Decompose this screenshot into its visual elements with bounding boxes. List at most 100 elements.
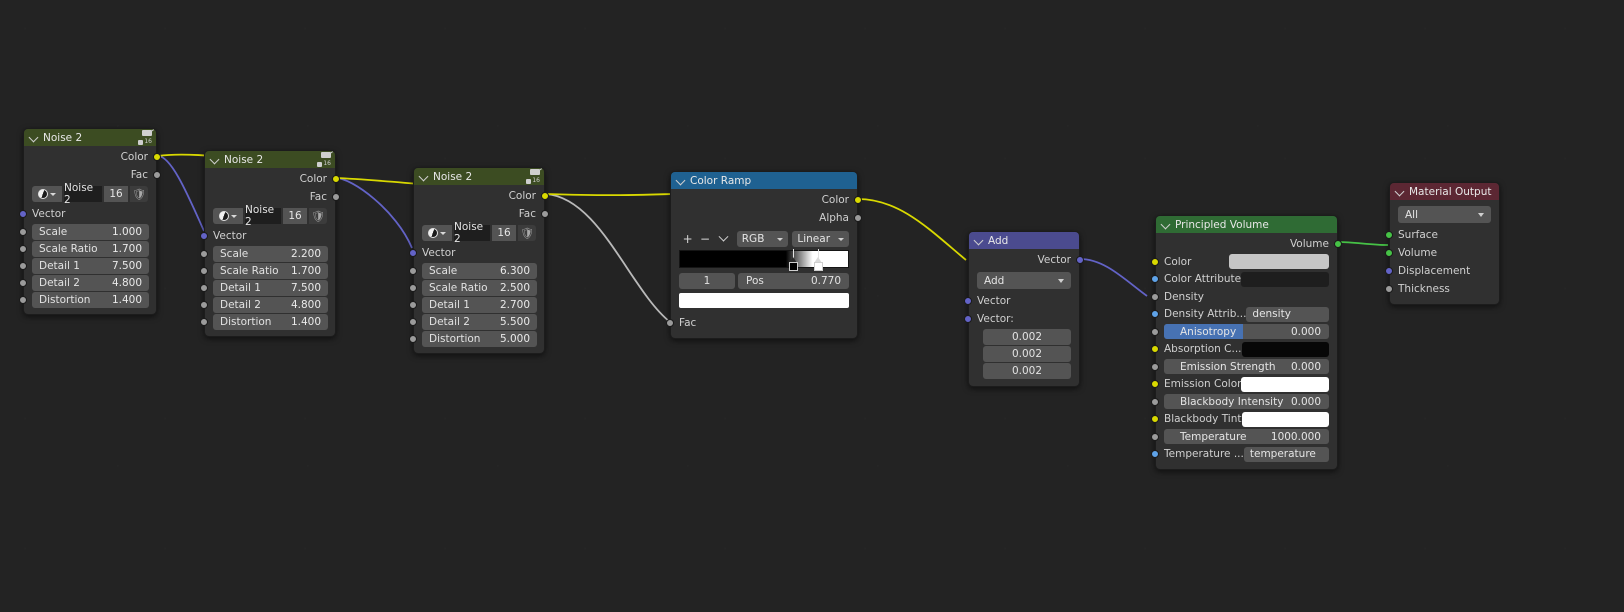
row-anisotropy[interactable]: Anisotropy 0.000 [1151, 323, 1337, 341]
detail-1-field[interactable]: Detail 1 2.700 [422, 296, 537, 313]
socket-blackbody-intensity-in[interactable] [1151, 397, 1159, 406]
input-scale-ratio[interactable]: Scale Ratio 1.700 [19, 240, 156, 257]
input-scale[interactable]: Scale 2.200 [200, 245, 335, 262]
vector-x-field[interactable]: 0.002 [983, 329, 1071, 345]
detail-2-field[interactable]: Detail 2 4.800 [32, 274, 149, 291]
chevron-down-icon[interactable] [1395, 186, 1405, 196]
emission-color-swatch[interactable] [1241, 376, 1329, 392]
socket-detail-1-in[interactable] [19, 261, 27, 270]
row-emission-color[interactable]: Emission Color [1151, 376, 1337, 394]
target-dropdown[interactable]: All [1398, 206, 1491, 223]
output-alpha[interactable]: Alpha [671, 209, 862, 227]
socket-color-in[interactable] [1151, 257, 1159, 266]
noise-name-field[interactable]: Noise 2 [245, 204, 281, 228]
scale-field[interactable]: Scale 2.200 [213, 245, 328, 262]
density-attribute-field[interactable]: density [1246, 306, 1329, 322]
row-color[interactable]: Color [1151, 253, 1337, 271]
input-vector-b[interactable]: Vector: [964, 310, 1079, 328]
output-color[interactable]: Color [414, 187, 549, 205]
socket-scale-ratio-in[interactable] [200, 266, 208, 275]
socket-density-in[interactable] [1151, 292, 1159, 301]
noise-count-field[interactable]: 16 [283, 208, 307, 224]
socket-displacement-in[interactable] [1385, 267, 1393, 275]
socket-scale-in[interactable] [19, 227, 27, 236]
temperature-attribute-field[interactable]: temperature [1243, 446, 1329, 462]
node-header[interactable]: Color Ramp [671, 172, 857, 189]
shield-icon[interactable]: 🛡 [309, 208, 327, 224]
input-scale-ratio[interactable]: Scale Ratio 2.500 [409, 279, 544, 296]
socket-emission-strength-in[interactable] [1151, 362, 1159, 371]
socket-detail-2-in[interactable] [200, 300, 208, 309]
input-detail-1[interactable]: Detail 1 2.700 [409, 296, 544, 313]
socket-detail-1-in[interactable] [409, 300, 417, 309]
detail-1-field[interactable]: Detail 1 7.500 [32, 257, 149, 274]
node-vector-add[interactable]: Add Vector Add Vector Vector: 0.002 0.00… [964, 231, 1084, 387]
row-emission-strength[interactable]: Emission Strength 0.000 [1151, 358, 1337, 376]
node-header[interactable]: Noise 2 16 [205, 151, 335, 168]
chevron-down-icon[interactable] [1161, 219, 1171, 229]
input-volume[interactable]: Volume [1385, 244, 1499, 262]
node-header[interactable]: Noise 2 16 [414, 168, 544, 185]
operation-dropdown[interactable]: Add [977, 272, 1071, 289]
row-blackbody-intensity[interactable]: Blackbody Intensity 0.000 [1151, 393, 1337, 411]
ramp-position-row[interactable]: 1 Pos 0.770 [679, 273, 849, 289]
scale-ratio-field[interactable]: Scale Ratio 1.700 [32, 240, 149, 257]
noise-type-widget[interactable]: Noise 2 16 🛡 [32, 182, 148, 206]
socket-volume-in[interactable] [1385, 249, 1393, 257]
socket-surface-in[interactable] [1385, 231, 1393, 239]
output-color[interactable]: Color [671, 191, 862, 209]
blackbody-tint-swatch[interactable] [1241, 411, 1329, 427]
node-material-output[interactable]: Material Output All Surface Volume Displ… [1385, 182, 1500, 305]
vector-z-field[interactable]: 0.002 [983, 363, 1071, 379]
input-scale-ratio[interactable]: Scale Ratio 1.700 [200, 262, 335, 279]
input-detail-2[interactable]: Detail 2 4.800 [19, 274, 156, 291]
input-thickness[interactable]: Thickness [1385, 280, 1499, 298]
socket-distortion-in[interactable] [19, 295, 27, 304]
socket-scale-in[interactable] [200, 249, 208, 258]
socket-detail-1-in[interactable] [200, 283, 208, 292]
scale-ratio-field[interactable]: Scale Ratio 2.500 [422, 279, 537, 296]
socket-vector-a-in[interactable] [964, 297, 972, 305]
socket-fac-out[interactable] [541, 210, 549, 218]
socket-fac-in[interactable] [666, 319, 674, 327]
color-ramp-gradient[interactable] [679, 249, 849, 271]
noise-name-field[interactable]: Noise 2 [454, 221, 490, 245]
socket-scale-ratio-in[interactable] [19, 244, 27, 253]
node-noise-2[interactable]: Noise 2 16 Color Fac Noise 2 16 🛡 Vector… [200, 150, 340, 337]
socket-temperature-in[interactable] [1151, 432, 1159, 441]
row-color-attribute[interactable]: Color Attribute [1151, 271, 1337, 289]
color-swatch[interactable] [1229, 254, 1329, 270]
blackbody-intensity-slider[interactable]: Blackbody Intensity 0.000 [1164, 394, 1329, 410]
socket-color-out[interactable] [332, 175, 340, 183]
chevron-down-icon[interactable] [210, 154, 220, 164]
distortion-field[interactable]: Distortion 1.400 [32, 291, 149, 308]
input-vector[interactable]: Vector [200, 227, 335, 245]
output-fac[interactable]: Fac [24, 166, 161, 184]
node-noise-3[interactable]: Noise 2 16 Color Fac Noise 2 16 🛡 Vector… [409, 167, 549, 354]
ramp-stop-index[interactable]: 1 [679, 273, 735, 289]
output-color[interactable]: Color [205, 170, 340, 188]
noise-preview-dropdown[interactable] [213, 208, 243, 224]
add-stop-button[interactable]: + [679, 231, 696, 247]
row-density[interactable]: Density [1151, 288, 1337, 306]
chevron-down-icon[interactable] [676, 175, 686, 185]
input-scale[interactable]: Scale 6.300 [409, 262, 544, 279]
row-temperature[interactable]: Temperature 1000.000 [1151, 428, 1337, 446]
socket-temperature-attribute-in[interactable] [1151, 450, 1159, 459]
socket-fac-out[interactable] [153, 171, 161, 179]
noise-name-field[interactable]: Noise 2 [64, 182, 102, 206]
chevron-down-icon[interactable] [29, 132, 39, 142]
node-color-ramp[interactable]: Color Ramp Color Alpha + − RGB Linear 1 … [666, 171, 862, 339]
socket-emission-color-in[interactable] [1151, 380, 1159, 389]
node-header[interactable]: Noise 2 16 [24, 129, 156, 146]
socket-vector-out[interactable] [1076, 256, 1084, 264]
noise-count-field[interactable]: 16 [492, 225, 516, 241]
ramp-options-menu[interactable] [714, 231, 733, 247]
socket-color-attribute-in[interactable] [1151, 275, 1159, 284]
input-distortion[interactable]: Distortion 1.400 [19, 291, 156, 308]
input-fac[interactable]: Fac [666, 314, 857, 332]
scale-field[interactable]: Scale 1.000 [32, 223, 149, 240]
emission-strength-slider[interactable]: Emission Strength 0.000 [1164, 359, 1329, 375]
socket-detail-2-in[interactable] [409, 317, 417, 326]
noise-preview-dropdown[interactable] [422, 225, 452, 241]
